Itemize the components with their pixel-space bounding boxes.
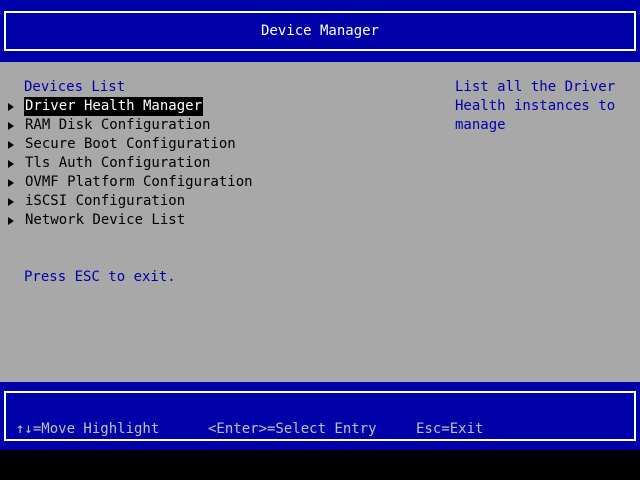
menu-item-label: Driver Health Manager — [24, 97, 204, 116]
arrow-right-icon — [8, 198, 14, 206]
devices-list-heading: Devices List — [24, 79, 126, 95]
bios-screen: Device Manager Devices List Driver Healt… — [0, 0, 640, 480]
menu-item-secure-boot-configuration[interactable]: Secure Boot Configuration — [0, 135, 236, 154]
arrow-right-icon — [8, 217, 14, 225]
bottom-margin — [0, 450, 640, 480]
menu-item-label: Tls Auth Configuration — [25, 155, 211, 171]
menu-item-label: Network Device List — [25, 212, 186, 228]
arrow-right-icon — [8, 103, 14, 111]
help-text: List all the Driver Health instances to … — [455, 79, 616, 133]
move-highlight-hint: ↑↓=Move Highlight — [16, 421, 160, 437]
menu-item-label: RAM Disk Configuration — [25, 117, 211, 133]
menu-item-iscsi-configuration[interactable]: iSCSI Configuration — [0, 192, 185, 211]
menu-item-driver-health-manager[interactable]: Driver Health Manager — [0, 97, 204, 116]
menu-item-tls-auth-configuration[interactable]: Tls Auth Configuration — [0, 154, 210, 173]
select-entry-hint: <Enter>=Select Entry — [208, 421, 377, 437]
main-panel: Devices List Driver Health Manager RAM D… — [0, 62, 640, 382]
menu-item-label: OVMF Platform Configuration — [25, 174, 253, 190]
footer-band: ↑↓=Move Highlight <Enter>=Select Entry E… — [0, 382, 640, 450]
arrow-right-icon — [8, 160, 14, 168]
menu-item-ram-disk-configuration[interactable]: RAM Disk Configuration — [0, 116, 210, 135]
menu-item-label: Secure Boot Configuration — [25, 136, 236, 152]
page-title: Device Manager — [260, 23, 379, 39]
arrow-right-icon — [8, 179, 14, 187]
exit-hint: Esc=Exit — [416, 421, 484, 437]
header-frame: Device Manager — [4, 11, 636, 51]
menu-item-ovmf-platform-configuration[interactable]: OVMF Platform Configuration — [0, 173, 253, 192]
menu-item-label: iSCSI Configuration — [25, 193, 186, 209]
arrow-right-icon — [8, 122, 14, 130]
esc-exit-text: Press ESC to exit. — [24, 269, 176, 285]
arrow-right-icon — [8, 141, 14, 149]
devices-menu: Driver Health Manager RAM Disk Configura… — [0, 97, 253, 230]
header-band: Device Manager — [0, 0, 640, 62]
menu-item-network-device-list[interactable]: Network Device List — [0, 211, 185, 230]
